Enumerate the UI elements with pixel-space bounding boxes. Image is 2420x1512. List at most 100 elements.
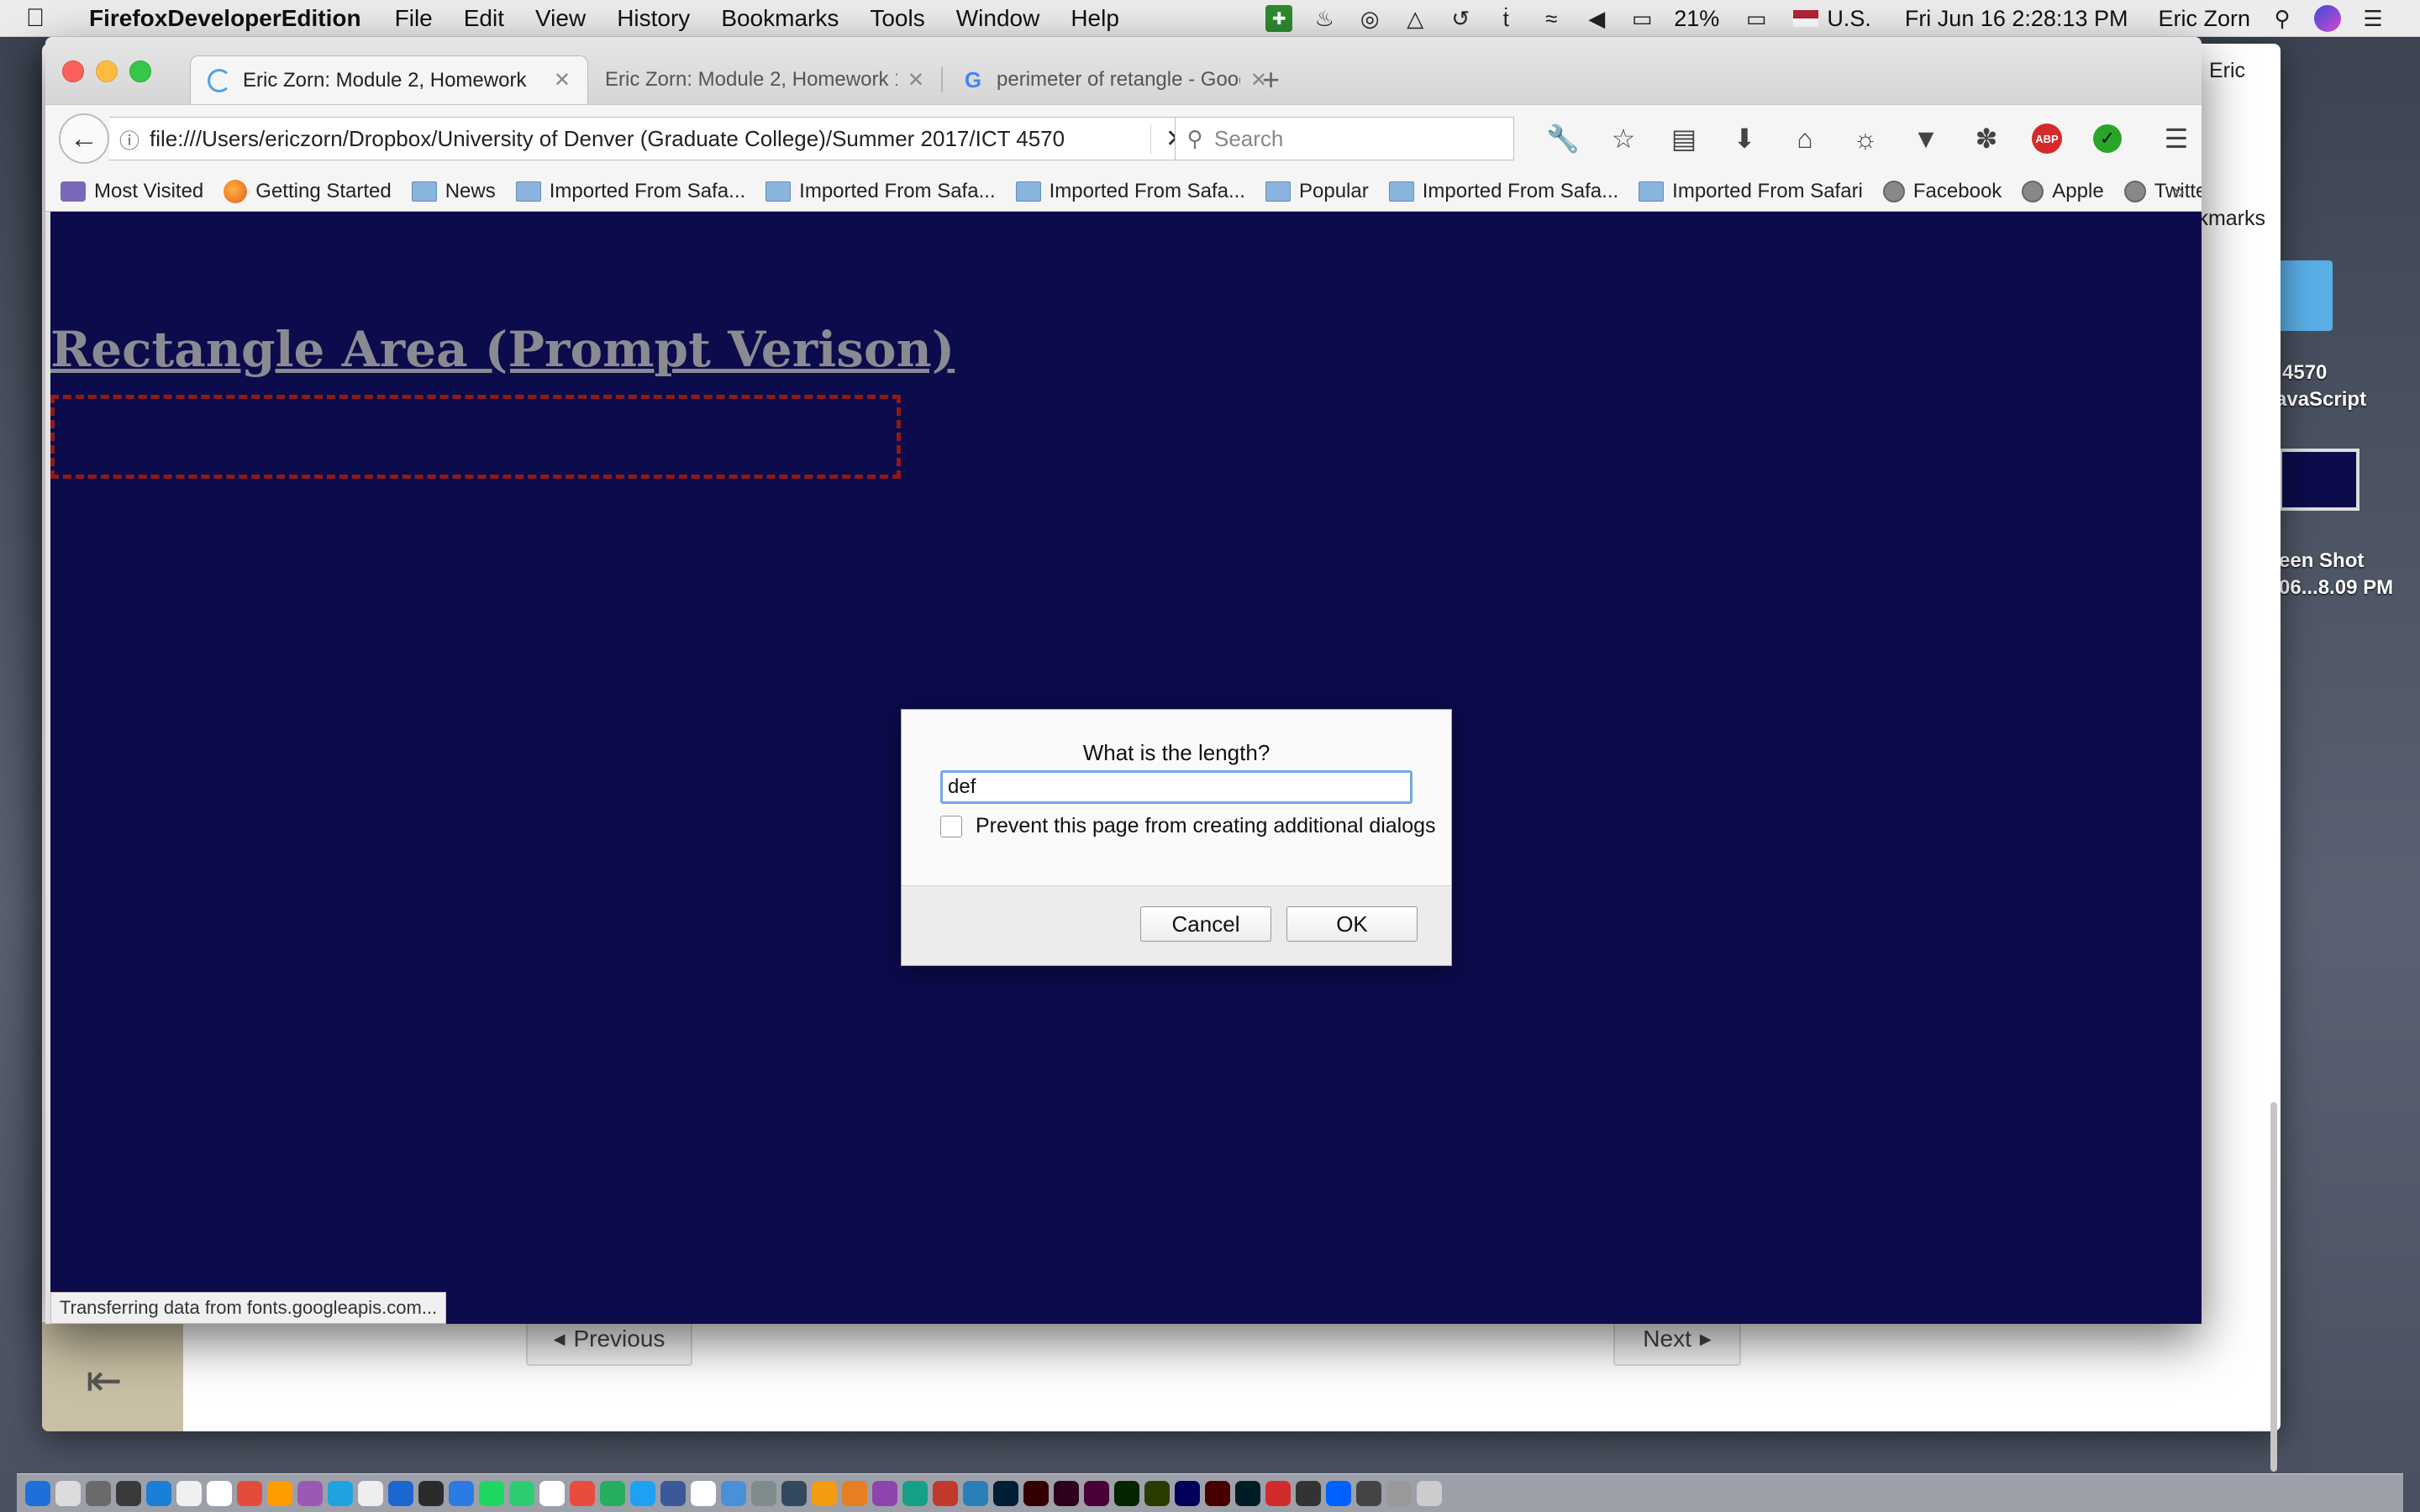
clock[interactable]: Fri Jun 16 2:28:13 PM bbox=[1905, 6, 2128, 32]
wrench-icon[interactable]: 🔧 bbox=[1533, 123, 1593, 155]
dock-app-icon[interactable] bbox=[1356, 1480, 1381, 1506]
dock-app-icon[interactable] bbox=[55, 1480, 81, 1506]
dock-app-icon[interactable] bbox=[781, 1480, 807, 1506]
home-icon[interactable]: ⌂ bbox=[1775, 123, 1835, 155]
bookmark-most-visited[interactable]: Most Visited bbox=[60, 180, 203, 203]
creative-cloud-icon[interactable]: ◎ bbox=[1356, 5, 1383, 32]
bookmark-facebook[interactable]: Facebook bbox=[1882, 180, 2002, 203]
dock-app-icon[interactable] bbox=[993, 1480, 1018, 1506]
downloads-icon[interactable]: ⬇ bbox=[1714, 123, 1775, 155]
menu-help[interactable]: Help bbox=[1071, 5, 1119, 32]
adblock-icon[interactable]: ABP bbox=[2017, 123, 2077, 154]
bookmark-news[interactable]: News bbox=[411, 180, 496, 203]
dock-app-icon[interactable] bbox=[25, 1480, 50, 1506]
dock-app-icon[interactable] bbox=[1205, 1480, 1230, 1506]
dock-app-icon[interactable] bbox=[1326, 1480, 1351, 1506]
pocket-icon[interactable]: ▼ bbox=[1896, 123, 1956, 155]
input-source-label[interactable]: U.S. bbox=[1827, 6, 1871, 32]
prompt-input[interactable] bbox=[940, 770, 1413, 804]
menu-window[interactable]: Window bbox=[956, 5, 1040, 32]
dock-app-icon[interactable] bbox=[1114, 1480, 1139, 1506]
bug-icon[interactable]: ✽ bbox=[1956, 123, 2017, 155]
battery-percent[interactable]: 21% bbox=[1674, 6, 1719, 32]
menu-tools[interactable]: Tools bbox=[870, 5, 924, 32]
us-flag-icon[interactable] bbox=[1793, 10, 1819, 27]
dock-app-icon[interactable] bbox=[691, 1480, 716, 1506]
tab-close-icon[interactable]: ✕ bbox=[554, 68, 571, 92]
prevent-dialogs-row[interactable]: Prevent this page from creating addition… bbox=[940, 814, 1436, 838]
green-check-icon[interactable]: ✓ bbox=[2077, 124, 2138, 153]
background-scrollbar[interactable] bbox=[2270, 1102, 2277, 1472]
bookmark-imported-safari-4[interactable]: Imported From Safa... bbox=[1388, 180, 1618, 203]
time-machine-icon[interactable]: ↺ bbox=[1447, 5, 1474, 32]
dock-app-icon[interactable] bbox=[570, 1480, 595, 1506]
tab-module2-homework1[interactable]: Eric Zorn: Module 2, Homework 1 ✕ bbox=[588, 55, 941, 104]
ok-button[interactable]: OK bbox=[1286, 906, 1418, 942]
search-bar[interactable]: ⚲ Search bbox=[1175, 117, 1514, 160]
dock-app-icon[interactable] bbox=[1175, 1480, 1200, 1506]
siri-icon[interactable] bbox=[2314, 5, 2341, 32]
dock-app-icon[interactable] bbox=[902, 1480, 928, 1506]
info-icon[interactable]: ⓘ bbox=[109, 124, 150, 154]
wifi-icon[interactable]: ≈ bbox=[1538, 5, 1565, 32]
page-heading[interactable]: Rectangle Area (Prompt Verison) bbox=[50, 321, 955, 378]
dock-app-icon[interactable] bbox=[1084, 1480, 1109, 1506]
dock-app-icon[interactable] bbox=[812, 1480, 837, 1506]
dock-app-icon[interactable] bbox=[1417, 1480, 1442, 1506]
dock-app-icon[interactable] bbox=[721, 1480, 746, 1506]
menu-bookmarks[interactable]: Bookmarks bbox=[721, 5, 839, 32]
dock-app-icon[interactable] bbox=[963, 1480, 988, 1506]
back-button[interactable]: ← bbox=[59, 113, 109, 164]
dock-app-icon[interactable] bbox=[630, 1480, 655, 1506]
dock-app-icon[interactable] bbox=[176, 1480, 202, 1506]
bookmark-twitter[interactable]: Twitter bbox=[2123, 180, 2202, 203]
bookmark-imported-safari-2[interactable]: Imported From Safa... bbox=[765, 180, 996, 203]
hamburger-menu-icon[interactable]: ☰ bbox=[2146, 123, 2202, 155]
bookmark-imported-safari-1[interactable]: Imported From Safa... bbox=[515, 180, 745, 203]
bookmark-getting-started[interactable]: Getting Started bbox=[224, 179, 392, 203]
dock-app-icon[interactable] bbox=[1265, 1480, 1291, 1506]
bookmark-imported-safari-5[interactable]: Imported From Safari bbox=[1639, 180, 1863, 203]
dock-app-icon[interactable] bbox=[1386, 1480, 1412, 1506]
new-tab-icon[interactable]: + bbox=[1262, 62, 1280, 97]
close-window-button[interactable] bbox=[62, 60, 84, 82]
battery-icon[interactable]: ▭ bbox=[1738, 5, 1775, 32]
dock-app-icon[interactable] bbox=[1235, 1480, 1260, 1506]
url-bar[interactable]: ⓘ file:///Users/ericzorn/Dropbox/Univers… bbox=[109, 117, 1202, 160]
dock-app-icon[interactable] bbox=[86, 1480, 111, 1506]
spotlight-search-icon[interactable]: ⚲ bbox=[2269, 5, 2296, 32]
flame-icon[interactable]: ♨ bbox=[1311, 5, 1338, 32]
dock-app-icon[interactable] bbox=[1054, 1480, 1079, 1506]
dock-app-icon[interactable] bbox=[418, 1480, 444, 1506]
prevent-dialogs-label[interactable]: Prevent this page from creating addition… bbox=[976, 814, 1436, 838]
dock-app-icon[interactable] bbox=[146, 1480, 171, 1506]
dock-app-icon[interactable] bbox=[933, 1480, 958, 1506]
notification-center-icon[interactable]: ☰ bbox=[2360, 5, 2386, 32]
dock-app-icon[interactable] bbox=[1144, 1480, 1170, 1506]
reading-list-icon[interactable]: ▤ bbox=[1654, 123, 1714, 155]
dock-app-icon[interactable] bbox=[297, 1480, 323, 1506]
dock-app-icon[interactable] bbox=[267, 1480, 292, 1506]
dock-app-icon[interactable] bbox=[872, 1480, 897, 1506]
menu-edit[interactable]: Edit bbox=[464, 5, 504, 32]
menu-file[interactable]: File bbox=[395, 5, 433, 32]
dock-app-icon[interactable] bbox=[539, 1480, 565, 1506]
firefox-window[interactable]: Eric Zorn: Module 2, Homework ✕ Eric Zor… bbox=[45, 37, 2202, 1324]
bookmark-apple[interactable]: Apple bbox=[2022, 180, 2104, 203]
volume-icon[interactable]: ◀ bbox=[1583, 5, 1610, 32]
dock-app-icon[interactable] bbox=[358, 1480, 383, 1506]
dock-app-icon[interactable] bbox=[751, 1480, 776, 1506]
dock-app-icon[interactable] bbox=[116, 1480, 141, 1506]
dock-app-icon[interactable] bbox=[842, 1480, 867, 1506]
airplay-icon[interactable]: ▭ bbox=[1628, 5, 1655, 32]
dock-app-icon[interactable] bbox=[449, 1480, 474, 1506]
tab-google-search[interactable]: G perimeter of retangle - Google ✕ bbox=[944, 55, 1284, 104]
dock-app-icon[interactable] bbox=[660, 1480, 686, 1506]
user-name[interactable]: Eric Zorn bbox=[2158, 6, 2250, 32]
menu-history[interactable]: History bbox=[617, 5, 690, 32]
desktop-screenshot-thumbnail[interactable] bbox=[2279, 449, 2360, 511]
globe-settings-icon[interactable]: ☼ bbox=[1835, 123, 1896, 155]
bookmarks-overflow-chevron-icon[interactable]: » bbox=[2173, 178, 2185, 204]
cancel-button[interactable]: Cancel bbox=[1140, 906, 1271, 942]
dock-app-icon[interactable] bbox=[207, 1480, 232, 1506]
